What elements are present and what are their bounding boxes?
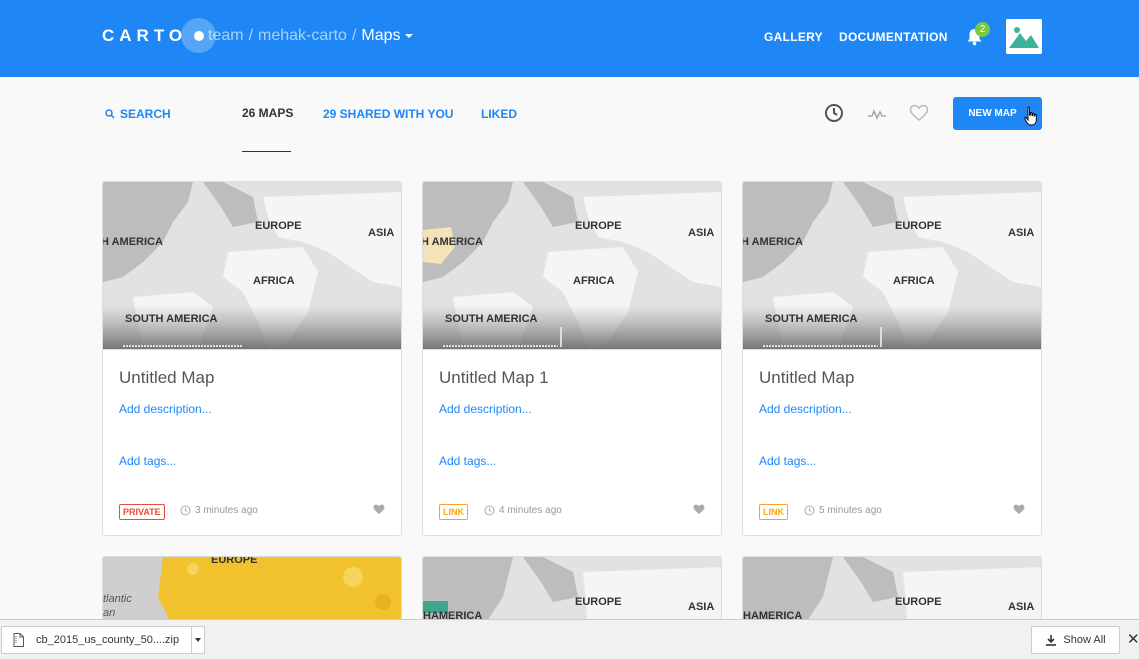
updated-time-text: 5 minutes ago	[819, 505, 882, 516]
filter-bar: SEARCH 26 MAPS 29 SHARED WITH YOU LIKED …	[0, 77, 1139, 167]
clock-icon	[804, 505, 815, 516]
add-tags-link[interactable]: Add tags...	[759, 454, 816, 468]
map-label-asia: ASIA	[1008, 601, 1035, 613]
show-all-label: Show All	[1063, 634, 1106, 646]
add-description-link[interactable]: Add description...	[759, 402, 852, 416]
close-icon[interactable]: ✕	[1127, 630, 1139, 648]
map-label-europe: EUROPE	[575, 220, 622, 232]
updated-time: 3 minutes ago	[180, 505, 258, 516]
map-title[interactable]: Untitled Map 1	[439, 368, 549, 388]
activity-icon[interactable]	[867, 108, 887, 120]
search-button[interactable]: SEARCH	[105, 107, 171, 121]
download-file-name: cb_2015_us_county_50....zip	[36, 634, 180, 646]
map-label-south-america: SOUTH AMERICA	[125, 313, 218, 325]
file-icon	[13, 633, 24, 647]
map-label-south-america: SOUTH AMERICA	[445, 313, 538, 325]
new-map-label: NEW MAP	[968, 108, 1017, 119]
breadcrumb-separator: /	[351, 27, 357, 44]
download-icon	[1046, 635, 1057, 646]
show-all-button[interactable]: Show All	[1031, 626, 1120, 654]
clock-icon	[180, 505, 191, 516]
map-label-europe: EUROPE	[211, 556, 258, 566]
updated-time-text: 4 minutes ago	[499, 505, 562, 516]
add-tags-link[interactable]: Add tags...	[439, 454, 496, 468]
updated-time: 5 minutes ago	[804, 505, 882, 516]
map-label-america: H AMERICA	[103, 236, 163, 248]
clock-icon[interactable]	[824, 103, 844, 123]
logo-text: CARTO	[102, 25, 188, 45]
heart-icon[interactable]	[909, 104, 929, 122]
privacy-badge[interactable]: PRIVATE	[119, 504, 165, 520]
map-label-africa: AFRICA	[573, 275, 615, 287]
breadcrumb: team / mehak-carto / Maps	[208, 27, 413, 45]
avatar-mountain-icon	[1006, 19, 1042, 54]
breadcrumb-user[interactable]: mehak-carto	[258, 27, 347, 45]
updated-time: 4 minutes ago	[484, 505, 562, 516]
download-bar: cb_2015_us_county_50....zip Show All ✕	[0, 619, 1139, 659]
like-heart-icon[interactable]	[373, 504, 385, 515]
map-card[interactable]: EUROPE ASIA HAMERICA	[742, 556, 1042, 626]
add-tags-link[interactable]: Add tags...	[119, 454, 176, 468]
top-header: CARTO team / mehak-carto / Maps GALLERY …	[0, 0, 1139, 77]
add-description-link[interactable]: Add description...	[119, 402, 212, 416]
breadcrumb-current: Maps	[361, 27, 401, 44]
like-heart-icon[interactable]	[1013, 504, 1025, 515]
active-tab-underline	[242, 151, 291, 152]
map-title[interactable]: Untitled Map	[119, 368, 214, 388]
add-description-link[interactable]: Add description...	[439, 402, 532, 416]
tab-maps[interactable]: 26 MAPS	[242, 106, 293, 120]
map-card[interactable]: EUROPE ASIA H AMERICA AFRICA SOUTH AMERI…	[422, 181, 722, 536]
like-heart-icon[interactable]	[693, 504, 705, 515]
map-label-america: H AMERICA	[743, 236, 803, 248]
map-label-asia: ASIA	[368, 227, 395, 239]
tab-liked[interactable]: LIKED	[481, 107, 517, 121]
privacy-badge[interactable]: LINK	[759, 504, 788, 520]
map-label-asia: ASIA	[688, 227, 715, 239]
map-card[interactable]: EUROPE ASIA H AMERICA AFRICA SOUTH AMERI…	[742, 181, 1042, 536]
chevron-down-icon[interactable]	[195, 638, 201, 642]
gallery-link[interactable]: GALLERY	[764, 30, 823, 44]
map-label-africa: AFRICA	[253, 275, 295, 287]
search-label: SEARCH	[120, 107, 171, 121]
map-thumbnail[interactable]	[103, 557, 402, 626]
download-item[interactable]: cb_2015_us_county_50....zip	[1, 626, 205, 654]
map-label-europe: EUROPE	[255, 220, 302, 232]
map-card[interactable]: EUROPE tlantic an	[102, 556, 402, 626]
map-card[interactable]: EUROPE ASIA HAMERICA	[422, 556, 722, 626]
tab-shared-with-you[interactable]: 29 SHARED WITH YOU	[323, 107, 453, 121]
map-label-africa: AFRICA	[893, 275, 935, 287]
privacy-badge[interactable]: LINK	[439, 504, 468, 520]
breadcrumb-separator: /	[248, 27, 254, 44]
map-thumbnail[interactable]: EUROPE ASIA H AMERICA AFRICA SOUTH AMERI…	[423, 182, 721, 350]
clock-icon	[484, 505, 495, 516]
avatar[interactable]	[1006, 19, 1042, 54]
map-label-europe: EUROPE	[575, 596, 622, 608]
carto-logo[interactable]: CARTO	[102, 18, 217, 53]
map-card[interactable]: EUROPE ASIA H AMERICA AFRICA SOUTH AMERI…	[102, 181, 402, 536]
map-title[interactable]: Untitled Map	[759, 368, 854, 388]
map-thumbnail[interactable]: EUROPE ASIA H AMERICA AFRICA SOUTH AMERI…	[103, 182, 401, 350]
updated-time-text: 3 minutes ago	[195, 505, 258, 516]
map-label-south-america: SOUTH AMERICA	[765, 313, 858, 325]
map-label-atlantic-2: an	[103, 607, 116, 619]
map-label-asia: ASIA	[688, 601, 715, 613]
map-label-atlantic: tlantic	[103, 593, 132, 605]
breadcrumb-org[interactable]: team	[208, 27, 244, 45]
documentation-link[interactable]: DOCUMENTATION	[839, 30, 948, 44]
hand-cursor-icon	[1024, 106, 1037, 126]
map-label-asia: ASIA	[1008, 227, 1035, 239]
map-label-america: H AMERICA	[423, 236, 483, 248]
map-label-europe: EUROPE	[895, 596, 942, 608]
breadcrumb-current-dropdown[interactable]: Maps	[361, 27, 413, 45]
search-icon	[105, 109, 115, 119]
map-thumbnail[interactable]: EUROPE ASIA H AMERICA AFRICA SOUTH AMERI…	[743, 182, 1041, 350]
chevron-down-icon	[404, 33, 413, 38]
map-label-europe: EUROPE	[895, 220, 942, 232]
notification-count-badge: 2	[975, 22, 990, 37]
